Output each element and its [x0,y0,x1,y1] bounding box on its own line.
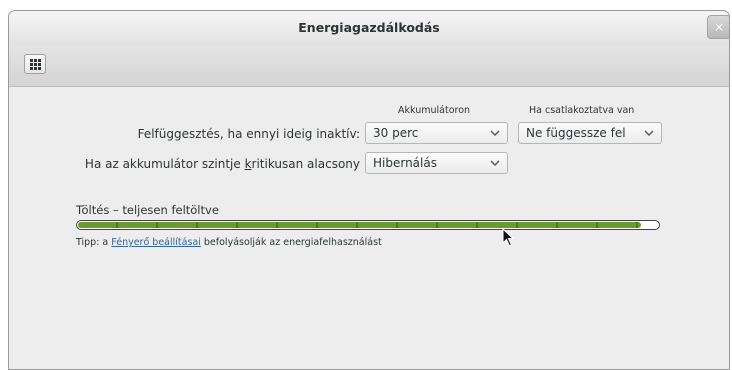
brightness-settings-link[interactable]: Fényerő beállításai [111,237,201,248]
battery-status-label: Töltés – teljesen feltöltve [76,203,219,217]
window-title: Energiagazdálkodás [298,20,440,35]
close-icon[interactable]: × [714,20,724,34]
battery-level-fill [78,222,641,228]
column-header-battery: Akkumulátoron [398,105,471,116]
toolbar [9,45,729,87]
app-grid-icon [30,59,41,70]
suspend-plugged-combo[interactable]: Ne függessze fel [518,122,662,144]
label-text: Ha az akkumulátor szintje [84,157,245,171]
title-bar[interactable]: Energiagazdálkodás × [9,11,729,46]
mnemonic-letter: k [244,157,252,171]
settings-content: Akkumulátoron Ha csatlakoztatva van Felf… [9,87,729,369]
combo-value: Ne függessze fel [526,126,626,140]
tip-suffix: befolyásolják az energiafelhasználást [200,237,382,248]
critical-battery-combo[interactable]: Hibernálás [365,152,508,174]
mouse-pointer-icon [502,228,515,247]
suspend-battery-combo[interactable]: 30 perc [365,122,508,144]
tip-prefix: Tipp: a [76,237,112,248]
chevron-down-icon [490,130,500,136]
column-header-plugged: Ha csatlakoztatva van [529,105,635,116]
label-text: ritikusan alacsony [251,157,360,171]
suspend-row-label: Felfüggesztés, ha ennyi ideig inaktív: [137,127,360,141]
chevron-down-icon [490,160,500,166]
combo-value: 30 perc [373,126,419,140]
tip-text: Tipp: a Fényerő beállításai befolyásoljá… [76,237,382,248]
power-settings-window: Energiagazdálkodás × Akkumulátoron Ha cs… [8,10,730,370]
critical-battery-row-label: Ha az akkumulátor szintje kritikusan ala… [85,157,360,171]
close-button[interactable]: × [707,15,729,39]
chevron-down-icon [644,130,654,136]
show-all-settings-button[interactable] [24,54,46,74]
combo-value: Hibernálás [373,156,437,170]
battery-level-bar [76,220,660,230]
